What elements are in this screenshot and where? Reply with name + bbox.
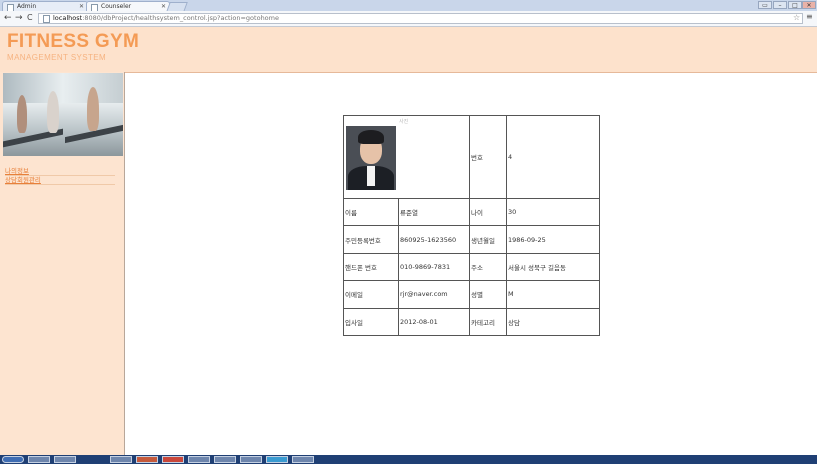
table-row: 이메일 rjr@naver.com 성별 M <box>343 280 600 309</box>
value-hire-date: 2012-08-01 <box>398 307 470 337</box>
sidebar: 나의정보 상담회원관리 <box>0 72 125 455</box>
label-address: 주소 <box>469 252 507 282</box>
browser-tab-strip: Admin ✕ Counseler ✕ ▭ – □ ✕ <box>0 0 817 12</box>
table-row: 주민등록번호 860925-1623560 생년월일 1986-09-25 <box>343 225 600 254</box>
value-resident-number: 860925-1623560 <box>398 225 470 254</box>
value-birthdate: 1986-09-25 <box>506 225 600 254</box>
taskbar-item[interactable] <box>110 456 132 463</box>
maximize-button[interactable]: □ <box>788 1 802 9</box>
taskbar-item[interactable] <box>28 456 50 463</box>
sidebar-link-my-info[interactable]: 나의정보 <box>5 167 115 176</box>
taskbar-item[interactable] <box>292 456 314 463</box>
label-resident-number: 주민등록번호 <box>343 225 399 254</box>
back-arrow-icon[interactable]: ← <box>4 13 12 23</box>
profile-photo <box>346 126 396 190</box>
label-hire-date: 입사일 <box>343 307 399 337</box>
table-row: 사진 번호 4 <box>343 115 600 199</box>
profile-table: 사진 번호 4 이름 류준열 나이 30 주민등록번호 860925-16235… <box>343 115 600 337</box>
gym-banner-image <box>3 73 123 156</box>
value-name: 류준열 <box>398 197 470 227</box>
table-row: 입사일 2012-08-01 카테고리 상담 <box>343 307 600 337</box>
value-address: 서울시 성북구 길음동 <box>506 252 600 282</box>
address-bar[interactable]: localhost:8080/dbProject/healthsystem_co… <box>38 13 803 24</box>
sidebar-link-member-counseling[interactable]: 상담회원관리 <box>5 176 115 185</box>
forward-arrow-icon[interactable]: → <box>15 13 23 23</box>
label-name: 이름 <box>343 197 399 227</box>
menu-icon[interactable]: ≡ <box>806 12 813 21</box>
start-button[interactable] <box>2 456 24 463</box>
bookmark-star-icon[interactable]: ☆ <box>793 13 800 22</box>
photo-cell: 사진 <box>343 115 470 199</box>
taskbar-item[interactable] <box>266 456 288 463</box>
reload-icon[interactable]: C <box>27 13 33 23</box>
taskbar-item[interactable] <box>240 456 262 463</box>
taskbar-item[interactable] <box>136 456 158 463</box>
taskbar <box>0 455 817 464</box>
url-host: localhost <box>53 14 83 22</box>
document-icon <box>43 15 50 23</box>
label-age: 나이 <box>469 197 507 227</box>
taskbar-item[interactable] <box>214 456 236 463</box>
label-category: 카테고리 <box>469 307 507 337</box>
site-subtitle: MANAGEMENT SYSTEM <box>7 53 107 62</box>
close-window-button[interactable]: ✕ <box>802 1 816 9</box>
taskbar-item[interactable] <box>188 456 210 463</box>
browser-toolbar: ← → C localhost:8080/dbProject/healthsys… <box>0 11 817 27</box>
label-email: 이메일 <box>343 280 399 309</box>
value-category: 상담 <box>506 307 600 337</box>
tab-admin[interactable]: Admin ✕ <box>2 1 88 12</box>
taskbar-item[interactable] <box>54 456 76 463</box>
tab-admin-label: Admin <box>17 3 37 10</box>
label-birthdate: 생년월일 <box>469 225 507 254</box>
label-phone: 핸드폰 번호 <box>343 252 399 282</box>
site-title: FITNESS GYM <box>7 31 140 52</box>
taskbar-item[interactable] <box>162 456 184 463</box>
user-icon[interactable]: ▭ <box>758 1 772 9</box>
table-row: 이름 류준열 나이 30 <box>343 197 600 227</box>
value-gender: M <box>506 280 600 309</box>
table-row: 핸드폰 번호 010-9869-7831 주소 서울시 성북구 길음동 <box>343 252 600 282</box>
close-tab-icon[interactable]: ✕ <box>161 2 166 11</box>
close-tab-icon[interactable]: ✕ <box>79 2 84 11</box>
label-gender: 성별 <box>469 280 507 309</box>
minimize-button[interactable]: – <box>773 1 787 9</box>
tab-counseler[interactable]: Counseler ✕ <box>86 1 170 12</box>
site-header: FITNESS GYM MANAGEMENT SYSTEM <box>0 27 817 73</box>
value-email: rjr@naver.com <box>398 280 470 309</box>
url-path: :8080/dbProject/healthsystem_control.jsp… <box>82 14 279 22</box>
value-phone: 010-9869-7831 <box>398 252 470 282</box>
value-age: 30 <box>506 197 600 227</box>
sidebar-nav: 나의정보 상담회원관리 <box>5 167 115 185</box>
tab-counseler-label: Counseler <box>101 3 132 10</box>
photo-caption: 사진 <box>399 119 409 125</box>
value-number: 4 <box>506 115 600 199</box>
label-number: 번호 <box>469 115 507 199</box>
